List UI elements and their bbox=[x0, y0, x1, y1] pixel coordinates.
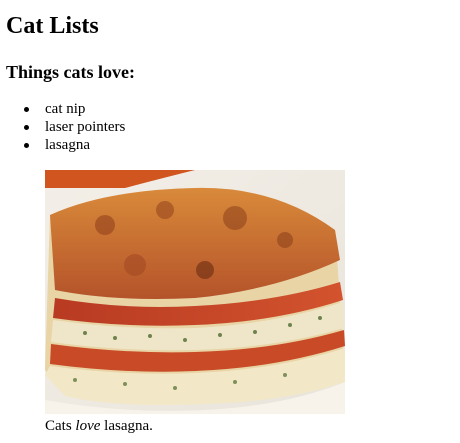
caption-emphasis: love bbox=[75, 418, 101, 434]
cat-loves-list: cat nip laser pointers lasagna bbox=[6, 100, 125, 154]
page-title: Cat Lists bbox=[6, 13, 99, 39]
list-item-laser-pointers: laser pointers bbox=[23, 119, 126, 135]
list-item-lasagna: lasagna bbox=[23, 136, 125, 154]
lasagna-image bbox=[45, 170, 345, 414]
list-item-cat-nip: cat nip bbox=[23, 100, 125, 118]
page: Cat Lists Things cats love: cat nip lase… bbox=[0, 0, 460, 443]
section-heading: Things cats love: bbox=[6, 62, 136, 82]
image-caption: Cats love lasagna. bbox=[45, 418, 153, 434]
